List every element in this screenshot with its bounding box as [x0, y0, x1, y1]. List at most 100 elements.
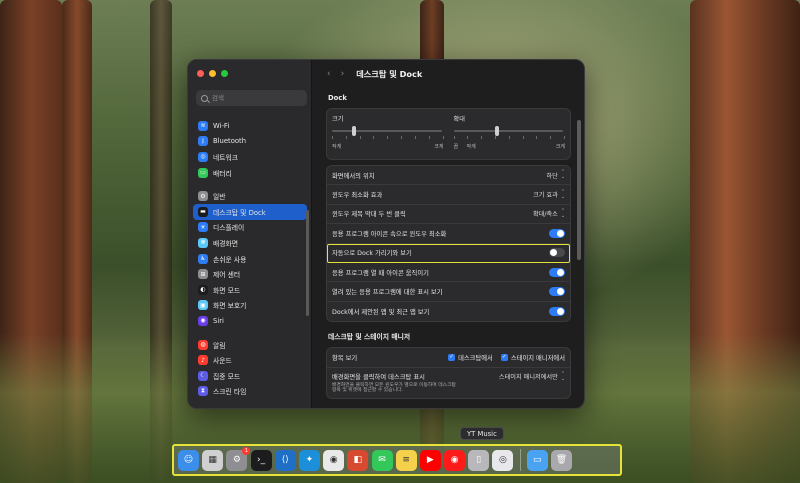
dock-tooltip: YT Music: [460, 427, 504, 440]
settings-scroll-area[interactable]: Dock 크기 작게 크게 확대 끔 작게 크게 화면에서의 위치 하단 ⌃ ⌄…: [313, 88, 584, 408]
setting-label: Dock에서 제안된 앱 및 최근 앱 보기: [332, 308, 430, 316]
sidebar-item[interactable]: ❋ 배경화면: [193, 235, 307, 251]
notes-icon[interactable]: ≡: [395, 449, 417, 471]
sidebar-item[interactable]: ▣ 화면 보호기: [193, 298, 307, 314]
click-wallpaper-desc: 배경화면을 클릭하면 모든 윈도우가 옆으로 이동하여 데스크탑 항목 및 위젯…: [332, 382, 456, 394]
phone-mirror-icon[interactable]: ▯: [468, 449, 490, 471]
setting-toggle[interactable]: [549, 306, 565, 316]
sidebar-item-label: Siri: [213, 316, 224, 325]
setting-label: 열려 있는 응용 프로그램에 대한 표시 보기: [332, 289, 443, 297]
sidebar-item-label: 알림: [213, 341, 226, 350]
notification-badge: 1: [242, 446, 251, 455]
setting-toggle[interactable]: [549, 267, 565, 277]
terminal-icon[interactable]: ›_: [250, 449, 272, 471]
network-icon: ◎: [198, 151, 208, 162]
section-header-stage: 데스크탑 및 스테이지 매니저: [328, 333, 411, 342]
sidebar-item[interactable]: ▭ 배터리: [193, 165, 307, 181]
sidebar-item-label: 배경화면: [213, 239, 239, 248]
show-items-label: 항목 보기: [332, 354, 358, 362]
chevron-right-icon[interactable]: ›: [341, 69, 345, 79]
setting-label: 윈도우 제목 막대 두 번 클릭: [332, 211, 406, 219]
dock-separator: [519, 449, 521, 471]
show-items-row: 항목 보기 ✓ 데스크탑에서 ✓ 스테이지 매니저에서: [327, 348, 570, 368]
office-icon[interactable]: ◧: [347, 449, 369, 471]
setting-label: 자동으로 Dock 가리기와 보기: [332, 250, 412, 258]
sidebar-item[interactable]: ☾ 집중 모드: [193, 368, 307, 384]
vscode-icon[interactable]: ⟨⟩: [274, 449, 296, 471]
section-header-dock: Dock: [328, 94, 347, 102]
messages-icon[interactable]: ✉: [371, 449, 393, 471]
sidebar-item[interactable]: ⊞ 제어 센터: [193, 266, 307, 282]
chevron-left-icon[interactable]: ‹: [327, 69, 331, 79]
search-input[interactable]: [212, 94, 302, 102]
finder-icon[interactable]: ☺: [178, 449, 199, 471]
page-title: 데스크탑 및 Dock: [356, 69, 423, 79]
content-scrollbar[interactable]: [577, 120, 581, 260]
youtube-icon[interactable]: ▶: [419, 449, 441, 471]
magnify-slider-thumb[interactable]: [495, 126, 500, 136]
sidebar-item-label: 스크린 타임: [213, 388, 247, 397]
launchpad-icon[interactable]: ▦: [202, 449, 224, 471]
close-button[interactable]: [197, 70, 204, 77]
sidebar-item[interactable]: ⚙ 일반: [193, 188, 307, 204]
size-slider[interactable]: [332, 126, 442, 136]
minimize-button[interactable]: [209, 70, 216, 77]
zoom-button[interactable]: [221, 70, 228, 77]
sidebar-item[interactable]: ◎ 네트워크: [193, 149, 307, 165]
sidebar-item[interactable]: ≋ Wi-Fi: [193, 118, 307, 134]
size-slider-thumb[interactable]: [351, 126, 356, 136]
magnify-ticks: [453, 136, 565, 139]
updown-chevron-icon: ⌃ ⌄: [560, 169, 565, 181]
search-field[interactable]: [196, 90, 307, 106]
sidebar-item[interactable]: ◉ Siri: [193, 313, 307, 329]
sidebar-item[interactable]: ᛒ Bluetooth: [193, 134, 307, 150]
desktop-checkbox[interactable]: ✓ 데스크탑에서: [448, 353, 493, 362]
setting-popup[interactable]: 확대/축소 ⌃ ⌄: [533, 208, 565, 219]
sidebar-scrollbar[interactable]: [306, 210, 309, 316]
stage-options-card: 항목 보기 ✓ 데스크탑에서 ✓ 스테이지 매니저에서 배경화면을 클릭하여 데스크…: [326, 347, 571, 399]
focus-icon: ☾: [198, 370, 208, 381]
click-wallpaper-label: 배경화면을 클릭하여 데스크탑 표시: [332, 373, 425, 381]
siri-icon: ◉: [198, 315, 208, 326]
trash-icon[interactable]: 🗑: [551, 449, 572, 471]
downloads-folder-icon[interactable]: ▭: [526, 449, 548, 471]
sidebar-item-label: Bluetooth: [213, 137, 246, 146]
setting-popup[interactable]: 하단 ⌃ ⌄: [546, 170, 565, 180]
screenshot-icon[interactable]: ◎: [492, 449, 514, 471]
setting-popup[interactable]: 크기 효과 ⌃ ⌄: [533, 189, 565, 200]
sidebar-item[interactable]: ♿ 손쉬운 사용: [193, 251, 307, 267]
sidebar: ≋ Wi-Fi ᛒ Bluetooth ◎ 네트워크 ▭ 배터리 ⚙ 일반 ▬ 데스크탑 및 Dock…: [188, 60, 312, 408]
setting-toggle[interactable]: [549, 287, 565, 297]
yt-music-icon[interactable]: ◉: [444, 449, 466, 471]
click-wallpaper-popup[interactable]: 스테이지 매니저에서만 ⌃ ⌄: [499, 371, 565, 382]
magnify-max-label: 크게: [555, 144, 565, 150]
chrome-icon[interactable]: ◉: [323, 449, 345, 471]
sidebar-item[interactable]: ◐ 화면 모드: [193, 282, 307, 298]
stage-manager-checkbox[interactable]: ✓ 스테이지 매니저에서: [500, 353, 565, 362]
toolbar: ‹ › 데스크탑 및 Dock: [313, 60, 584, 88]
wifi-icon: ≋: [198, 120, 208, 131]
setting-label: 응용 프로그램 아이콘 속으로 윈도우 최소화: [332, 230, 447, 238]
sidebar-item-label: 화면 보호기: [213, 302, 247, 311]
setting-toggle[interactable]: [549, 248, 565, 258]
setting-toggle[interactable]: [549, 228, 565, 238]
notifications-icon: ◍: [198, 339, 208, 350]
system-settings-icon[interactable]: ⚙ 1: [226, 446, 251, 471]
sidebar-item-label: 데스크탑 및 Dock: [213, 208, 266, 217]
size-ticks: [332, 136, 444, 139]
dock: ☺ ▦ ⚙ 1 ›_ ⟨⟩ ✦ ◉ ◧ ✉ ≡ ▶ ◉ ▯ ◎ ▭ 🗑: [172, 444, 622, 476]
sidebar-item[interactable]: ⧗ 스크린 타임: [193, 384, 307, 400]
sidebar-item[interactable]: ▬ 데스크탑 및 Dock: [193, 203, 307, 220]
sidebar-item[interactable]: ☀ 디스플레이: [193, 220, 307, 236]
accessibility-icon: ♿: [198, 253, 208, 264]
setting-label: 윈도우 최소화 효과: [332, 192, 383, 200]
sidebar-item[interactable]: ◍ 알림: [193, 337, 307, 353]
sidebar-item[interactable]: ♪ 사운드: [193, 352, 307, 368]
dock-options-card: 화면에서의 위치 하단 ⌃ ⌄ 윈도우 최소화 효과 크기 효과 ⌃ ⌄ 윈도우 제목 막대 두…: [326, 165, 571, 323]
bird-app-icon[interactable]: ✦: [298, 449, 320, 471]
setting-row: 윈도우 최소화 효과 크기 효과 ⌃ ⌄: [327, 185, 570, 205]
control-center-icon: ⊞: [198, 269, 208, 280]
appearance-icon: ◐: [198, 284, 208, 295]
magnify-slider[interactable]: [453, 126, 563, 136]
setting-row: 자동으로 Dock 가리기와 보기: [327, 243, 570, 263]
